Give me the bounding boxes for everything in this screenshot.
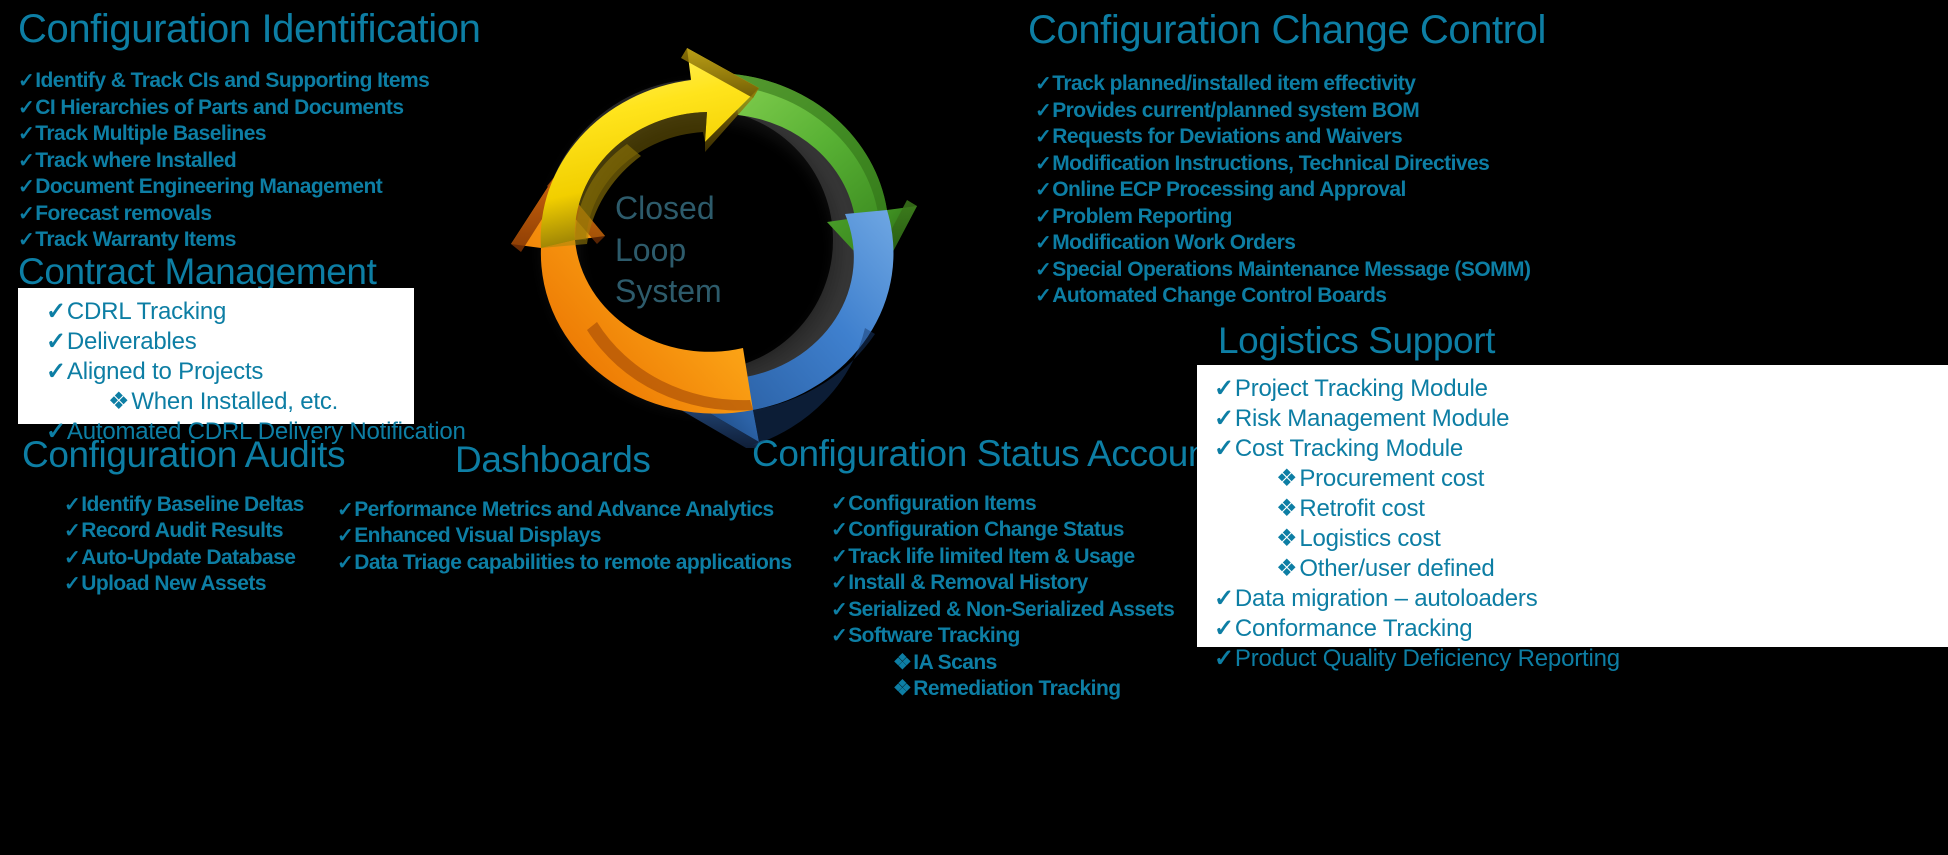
list-logistics-support: Project Tracking ModuleRisk Management M… — [1214, 377, 1948, 677]
list-item: Performance Metrics and Advance Analytic… — [337, 499, 792, 526]
panel-logistics-support: Logistics Support — [1218, 320, 1496, 361]
list-item: Track planned/installed item effectivity — [1035, 73, 1546, 100]
panel-configuration-status-accounting: Configuration Status Accounting Configur… — [752, 434, 1267, 705]
panel-configuration-identification: Configuration Identification Identify & … — [18, 7, 481, 256]
list-configuration-audits: Identify Baseline DeltasRecord Audit Res… — [64, 494, 345, 600]
list-item: Requests for Deviations and Waivers — [1035, 126, 1546, 153]
list-item: Record Audit Results — [64, 520, 345, 547]
list-item: Procurement cost — [1214, 467, 1948, 497]
list-item: Identify Baseline Deltas — [64, 494, 345, 521]
list-item: Provides current/planned system BOM — [1035, 100, 1546, 127]
list-item: Cost Tracking Module — [1214, 437, 1948, 467]
heading-contract-management: Contract Management — [18, 251, 377, 292]
list-item: Track Multiple Baselines — [18, 123, 480, 150]
list-item: Retrofit cost — [1214, 497, 1948, 527]
panel-configuration-change-control: Configuration Change Control Track plann… — [1028, 9, 1546, 312]
list-item: CI Hierarchies of Parts and Documents — [18, 97, 480, 124]
wheel-center-label: Closed Loop System — [615, 188, 805, 313]
list-item: CDRL Tracking — [46, 300, 414, 330]
list-item: Other/user defined — [1214, 557, 1948, 587]
list-item: Online ECP Processing and Approval — [1035, 179, 1546, 206]
list-item: When Installed, etc. — [46, 390, 414, 420]
list-item: Modification Work Orders — [1035, 232, 1546, 259]
list-item: Logistics cost — [1214, 527, 1948, 557]
panel-configuration-audits: Configuration Audits Identify Baseline D… — [22, 434, 346, 600]
panel-dashboards: Dashboards Performance Metrics and Advan… — [354, 440, 792, 578]
heading-logistics-support: Logistics Support — [1218, 320, 1496, 361]
list-item: Data migration – autoloaders — [1214, 587, 1948, 617]
list-item: Auto-Update Database — [64, 547, 345, 574]
list-item: Problem Reporting — [1035, 206, 1546, 233]
list-item: Data Triage capabilities to remote appli… — [337, 552, 792, 579]
list-item: Project Tracking Module — [1214, 377, 1948, 407]
list-item: Forecast removals — [18, 203, 480, 230]
list-dashboards: Performance Metrics and Advance Analytic… — [337, 499, 792, 579]
list-item: Track where Installed — [18, 150, 480, 177]
heading-configuration-change-control: Configuration Change Control — [1028, 8, 1547, 52]
list-item: Automated Change Control Boards — [1035, 285, 1546, 312]
list-item: Risk Management Module — [1214, 407, 1948, 437]
wheel-label-line-3: System — [615, 273, 722, 310]
list-item: Document Engineering Management — [18, 176, 480, 203]
list-item: Special Operations Maintenance Message (… — [1035, 259, 1546, 286]
list-item: IA Scans — [831, 652, 1266, 679]
wheel-label-line-2: Loop — [615, 231, 687, 268]
list-item: Modification Instructions, Technical Dir… — [1035, 153, 1546, 180]
closed-loop-wheel: Closed Loop System — [455, 28, 945, 448]
list-contract-management: CDRL TrackingDeliverablesAligned to Proj… — [46, 300, 466, 450]
list-item: Conformance Tracking — [1214, 617, 1948, 647]
list-configuration-change-control: Track planned/installed item effectivity… — [1035, 73, 1546, 312]
heading-configuration-identification: Configuration Identification — [18, 7, 481, 51]
list-item: Identify & Track CIs and Supporting Item… — [18, 70, 480, 97]
list-item: Deliverables — [46, 330, 414, 360]
list-item: Product Quality Deficiency Reporting — [1214, 647, 1948, 677]
list-item: Enhanced Visual Displays — [337, 525, 792, 552]
panel-contract-management: Contract Management — [18, 251, 377, 292]
wheel-label-line-1: Closed — [615, 190, 715, 226]
list-item: Aligned to Projects — [46, 360, 414, 390]
logistics-support-box: Project Tracking ModuleRisk Management M… — [1197, 365, 1948, 671]
list-item: Remediation Tracking — [831, 678, 1266, 705]
list-item: Upload New Assets — [64, 573, 345, 600]
list-configuration-identification: Identify & Track CIs and Supporting Item… — [18, 70, 480, 256]
contract-management-box: CDRL TrackingDeliverablesAligned to Proj… — [18, 288, 466, 444]
heading-configuration-audits: Configuration Audits — [22, 434, 346, 475]
diagram-canvas: Configuration Identification Identify & … — [0, 0, 1948, 855]
